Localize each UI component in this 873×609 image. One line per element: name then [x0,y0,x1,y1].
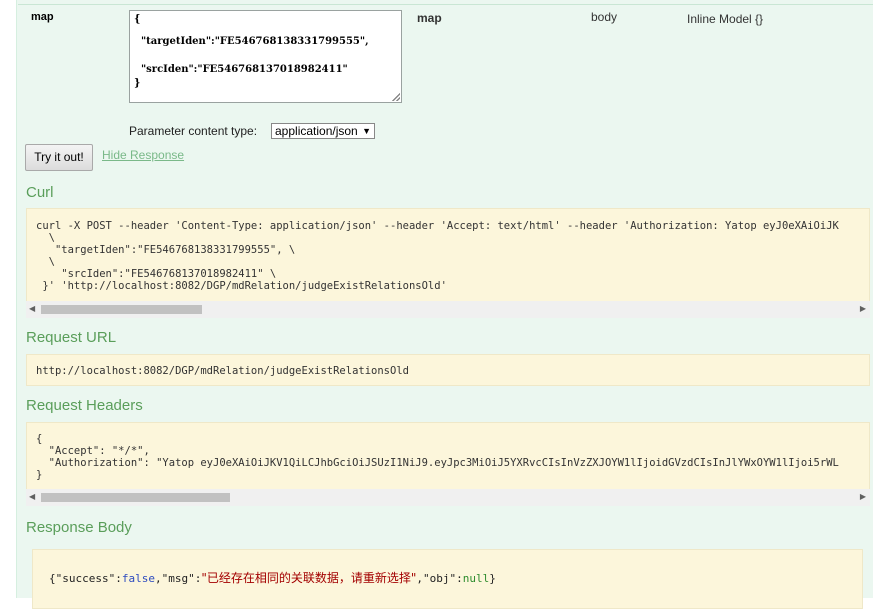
param-data-type[interactable]: Inline Model {} [687,12,763,26]
json-colon: : [115,572,122,585]
json-comma: , [154,572,162,585]
resize-handle-icon[interactable] [392,93,400,101]
content-type-select[interactable]: application/json ▼ [271,123,375,139]
json-brace: { [49,572,56,585]
json-colon: : [456,572,463,585]
json-line-target: "targetIden":"FE546768138331799555", [134,36,369,47]
json-brace: } [489,572,496,585]
request-url-text: http://localhost:8082/DGP/mdRelation/jud… [36,365,409,377]
json-value-string: "已经存在相同的关联数据，请重新选择" [201,571,417,585]
json-line-src: "srcIden":"FE546768137018982411" [134,64,348,75]
request-url-box: http://localhost:8082/DGP/mdRelation/jud… [26,354,870,386]
scroll-left-icon[interactable]: ◀ [29,304,35,313]
response-body-box: {"success":false,"msg":"已经存在相同的关联数据，请重新选… [32,549,863,609]
headers-scrollbar[interactable]: ◀ ▶ [26,489,870,506]
request-headers-box: { "Accept": "*/*", "Authorization": "Yat… [26,422,870,490]
divider [18,4,873,5]
content-type-value: application/json [275,124,358,138]
curl-title: Curl [26,184,54,201]
json-key: "obj" [423,572,457,585]
request-headers-title: Request Headers [26,397,143,414]
scroll-right-icon[interactable]: ▶ [860,492,866,501]
json-key: "success" [55,572,116,585]
response-body-title: Response Body [26,519,132,536]
curl-command: curl -X POST --header 'Content-Type: app… [36,220,839,292]
curl-scrollbar[interactable]: ◀ ▶ [26,301,870,318]
json-line-close: } [134,78,141,89]
curl-box: curl -X POST --header 'Content-Type: app… [26,208,870,302]
try-it-out-button[interactable]: Try it out! [25,144,93,171]
scroll-thumb[interactable] [41,305,202,314]
param-value-textarea[interactable]: { "targetIden":"FE546768138331799555", "… [129,10,402,103]
scroll-thumb[interactable] [41,493,230,502]
scroll-left-icon[interactable]: ◀ [29,492,35,501]
param-type: body [591,10,618,24]
param-name: map [31,11,54,23]
json-line-open: { [134,14,141,25]
hide-response-link[interactable]: Hide Response [102,148,184,162]
request-url-title: Request URL [26,329,117,346]
scroll-right-icon[interactable]: ▶ [860,304,866,313]
chevron-down-icon: ▼ [362,126,371,136]
json-value-bool: false [121,572,155,585]
param-description: map [417,11,442,25]
json-key: "msg" [161,572,195,585]
json-value-null: null [462,572,490,585]
request-headers-text: { "Accept": "*/*", "Authorization": "Yat… [36,433,839,481]
content-type-label: Parameter content type: [129,124,258,138]
